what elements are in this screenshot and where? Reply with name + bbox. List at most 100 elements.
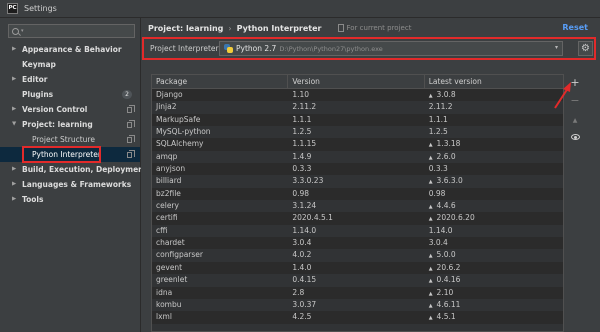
table-row[interactable]: greenlet 0.4.15 ▲ 0.4.16 bbox=[152, 274, 563, 287]
package-name-cell: configparser bbox=[156, 250, 203, 260]
latest-version-text: 2.6.0 bbox=[436, 151, 456, 161]
latest-version-text: 3.6.3.0 bbox=[436, 176, 463, 186]
upgrade-available-icon: ▲ bbox=[428, 302, 433, 309]
sidebar-item-version-control[interactable]: ▶ Version Control bbox=[0, 102, 140, 117]
sidebar-item-keymap[interactable]: Keymap bbox=[0, 57, 140, 72]
table-row[interactable]: kombu 3.0.37 ▲ 4.6.11 bbox=[152, 298, 563, 312]
table-row[interactable]: amqp 1.4.9 ▲ 2.6.0 bbox=[152, 150, 563, 164]
breadcrumb-project: Project: learning bbox=[148, 23, 224, 33]
latest-version-text: 0.4.16 bbox=[436, 275, 461, 285]
table-row[interactable]: certifi 2020.4.5.1 ▲ 2020.6.20 bbox=[152, 212, 563, 224]
package-name-cell: SQLAlchemy bbox=[156, 139, 204, 149]
sidebar-item-plugins[interactable]: Plugins 2 bbox=[0, 87, 140, 102]
project-scope-icon bbox=[127, 105, 135, 113]
highlight-box-python-interpreter bbox=[22, 146, 101, 163]
sidebar-item-label: Editor bbox=[22, 75, 48, 84]
sidebar-item-label: Build, Execution, Deployment bbox=[22, 165, 148, 174]
latest-version-text: 4.5.1 bbox=[436, 312, 456, 322]
package-name-cell: anyjson bbox=[156, 164, 186, 174]
search-history-caret-icon[interactable]: ▾ bbox=[21, 28, 24, 34]
latest-version-cell: 1.2.5 bbox=[425, 126, 563, 138]
upgrade-available-icon: ▲ bbox=[428, 204, 433, 211]
eye-icon bbox=[570, 134, 580, 140]
table-row[interactable]: celery 3.1.24 ▲ 4.4.6 bbox=[152, 200, 563, 213]
project-scope-icon bbox=[337, 24, 344, 32]
version-cell: 1.1.1 bbox=[292, 114, 312, 124]
table-row[interactable]: SQLAlchemy 1.1.15 ▲ 1.3.18 bbox=[152, 138, 563, 150]
settings-search-input[interactable]: ▾ bbox=[8, 24, 135, 38]
expand-arrow-icon[interactable]: ▶ bbox=[12, 72, 16, 87]
table-row[interactable]: lxml 4.2.5 ▲ 4.5.1 bbox=[152, 311, 563, 323]
package-name-cell: bz2file bbox=[156, 188, 181, 198]
latest-version-cell: ▲ 2020.6.20 bbox=[425, 212, 563, 224]
settings-tree: ▶ Appearance & Behavior Keymap ▶ Editor … bbox=[0, 42, 147, 207]
expand-arrow-icon[interactable]: ▶ bbox=[12, 102, 16, 117]
show-early-releases-button[interactable] bbox=[568, 128, 582, 146]
expand-arrow-icon[interactable]: ▶ bbox=[12, 162, 16, 177]
table-row[interactable]: … bbox=[152, 323, 563, 331]
latest-version-text: 1.1.1 bbox=[428, 114, 448, 124]
upgrade-available-icon: ▲ bbox=[428, 315, 433, 322]
table-row[interactable]: Django 1.10 ▲ 3.0.8 bbox=[152, 89, 563, 101]
window-title: Settings bbox=[24, 4, 57, 13]
package-name-cell: amqp bbox=[156, 151, 178, 161]
version-cell: 3.0.37 bbox=[292, 299, 317, 309]
sidebar-item-languages-frameworks[interactable]: ▶ Languages & Frameworks bbox=[0, 177, 140, 192]
latest-version-cell: ▲ 20.6.2 bbox=[425, 262, 563, 274]
upgrade-available-icon: ▲ bbox=[428, 216, 433, 223]
sidebar-item-label: Keymap bbox=[22, 60, 56, 69]
version-cell: 2.11.2 bbox=[292, 102, 317, 112]
latest-version-cell: ▲ 1.3.18 bbox=[425, 138, 563, 150]
upgrade-package-button[interactable]: ▲ bbox=[568, 110, 582, 128]
version-cell: 3.3.0.23 bbox=[292, 176, 324, 186]
table-row[interactable]: bz2file 0.98 0.98 bbox=[152, 188, 563, 200]
package-name-cell: gevent bbox=[156, 262, 183, 272]
package-name-cell: greenlet bbox=[156, 275, 188, 285]
expand-arrow-icon[interactable]: ▶ bbox=[12, 177, 16, 192]
table-row[interactable]: MySQL-python 1.2.5 1.2.5 bbox=[152, 126, 563, 139]
table-row[interactable]: MarkupSafe 1.1.1 1.1.1 bbox=[152, 114, 563, 126]
latest-version-text: 0.98 bbox=[428, 188, 446, 198]
sidebar-item-project-learning[interactable]: ▼ Project: learning bbox=[0, 117, 140, 132]
latest-version-text: 0.3.3 bbox=[428, 164, 448, 174]
version-cell: 1.4.0 bbox=[292, 262, 312, 272]
column-header-package[interactable]: Package bbox=[152, 75, 289, 88]
package-name-cell: Django bbox=[156, 90, 183, 99]
table-row[interactable]: anyjson 0.3.3 0.3.3 bbox=[152, 163, 563, 175]
upgrade-available-icon: ▲ bbox=[428, 278, 433, 285]
column-header-version[interactable]: Version bbox=[288, 75, 425, 88]
interpreter-row: Project Interpreter: Python 2.7 D:\Pytho… bbox=[142, 37, 596, 60]
table-row[interactable]: billiard 3.3.0.23 ▲ 3.6.3.0 bbox=[152, 175, 563, 188]
pycharm-app-icon: PC bbox=[7, 3, 18, 14]
column-header-latest-version[interactable]: Latest version bbox=[425, 75, 563, 88]
expand-arrow-icon[interactable]: ▶ bbox=[12, 192, 16, 207]
table-row[interactable]: configparser 4.0.2 ▲ 5.0.0 bbox=[152, 249, 563, 262]
sidebar-item-label: Project: learning bbox=[22, 120, 93, 129]
table-row[interactable]: cffi 1.14.0 1.14.0 bbox=[152, 224, 563, 238]
version-cell: 3.0.4 bbox=[292, 238, 312, 248]
sidebar-item-editor[interactable]: ▶ Editor bbox=[0, 72, 140, 87]
sidebar-item-project-structure[interactable]: Project Structure bbox=[0, 132, 140, 147]
package-name-cell: Jinja2 bbox=[156, 102, 177, 112]
latest-version-text: 3.0.4 bbox=[428, 238, 448, 248]
version-cell: 4.0.2 bbox=[292, 250, 312, 260]
latest-version-cell: ▲ 4.4.6 bbox=[425, 200, 563, 212]
sidebar-item-build-execution-deployment[interactable]: ▶ Build, Execution, Deployment bbox=[0, 162, 147, 177]
sidebar-item-tools[interactable]: ▶ Tools bbox=[0, 192, 140, 207]
table-row[interactable]: Jinja2 2.11.2 2.11.2 bbox=[152, 101, 563, 114]
table-body: Django 1.10 ▲ 3.0.8 Jinja2 2.11.2 2.11.2 Markup… bbox=[152, 89, 563, 331]
package-name-cell: lxml bbox=[156, 312, 172, 322]
table-row[interactable]: idna 2.8 ▲ 2.10 bbox=[152, 287, 563, 299]
latest-version-text: 1.2.5 bbox=[428, 127, 448, 137]
reset-link[interactable]: Reset bbox=[562, 23, 588, 32]
table-row[interactable]: gevent 1.4.0 ▲ 20.6.2 bbox=[152, 262, 563, 274]
version-cell: 0.4.15 bbox=[292, 275, 317, 285]
upgrade-arrow-icon: ▲ bbox=[572, 117, 578, 124]
expand-arrow-icon[interactable]: ▶ bbox=[12, 42, 16, 57]
search-icon bbox=[12, 27, 19, 35]
sidebar-item-appearance-behavior[interactable]: ▶ Appearance & Behavior bbox=[0, 42, 140, 57]
latest-version-cell: ▲ 2.10 bbox=[425, 287, 563, 299]
collapse-arrow-icon[interactable]: ▼ bbox=[12, 117, 16, 132]
table-row[interactable]: chardet 3.0.4 3.0.4 bbox=[152, 237, 563, 249]
latest-version-cell: ▲ 4.6.11 bbox=[425, 299, 563, 311]
